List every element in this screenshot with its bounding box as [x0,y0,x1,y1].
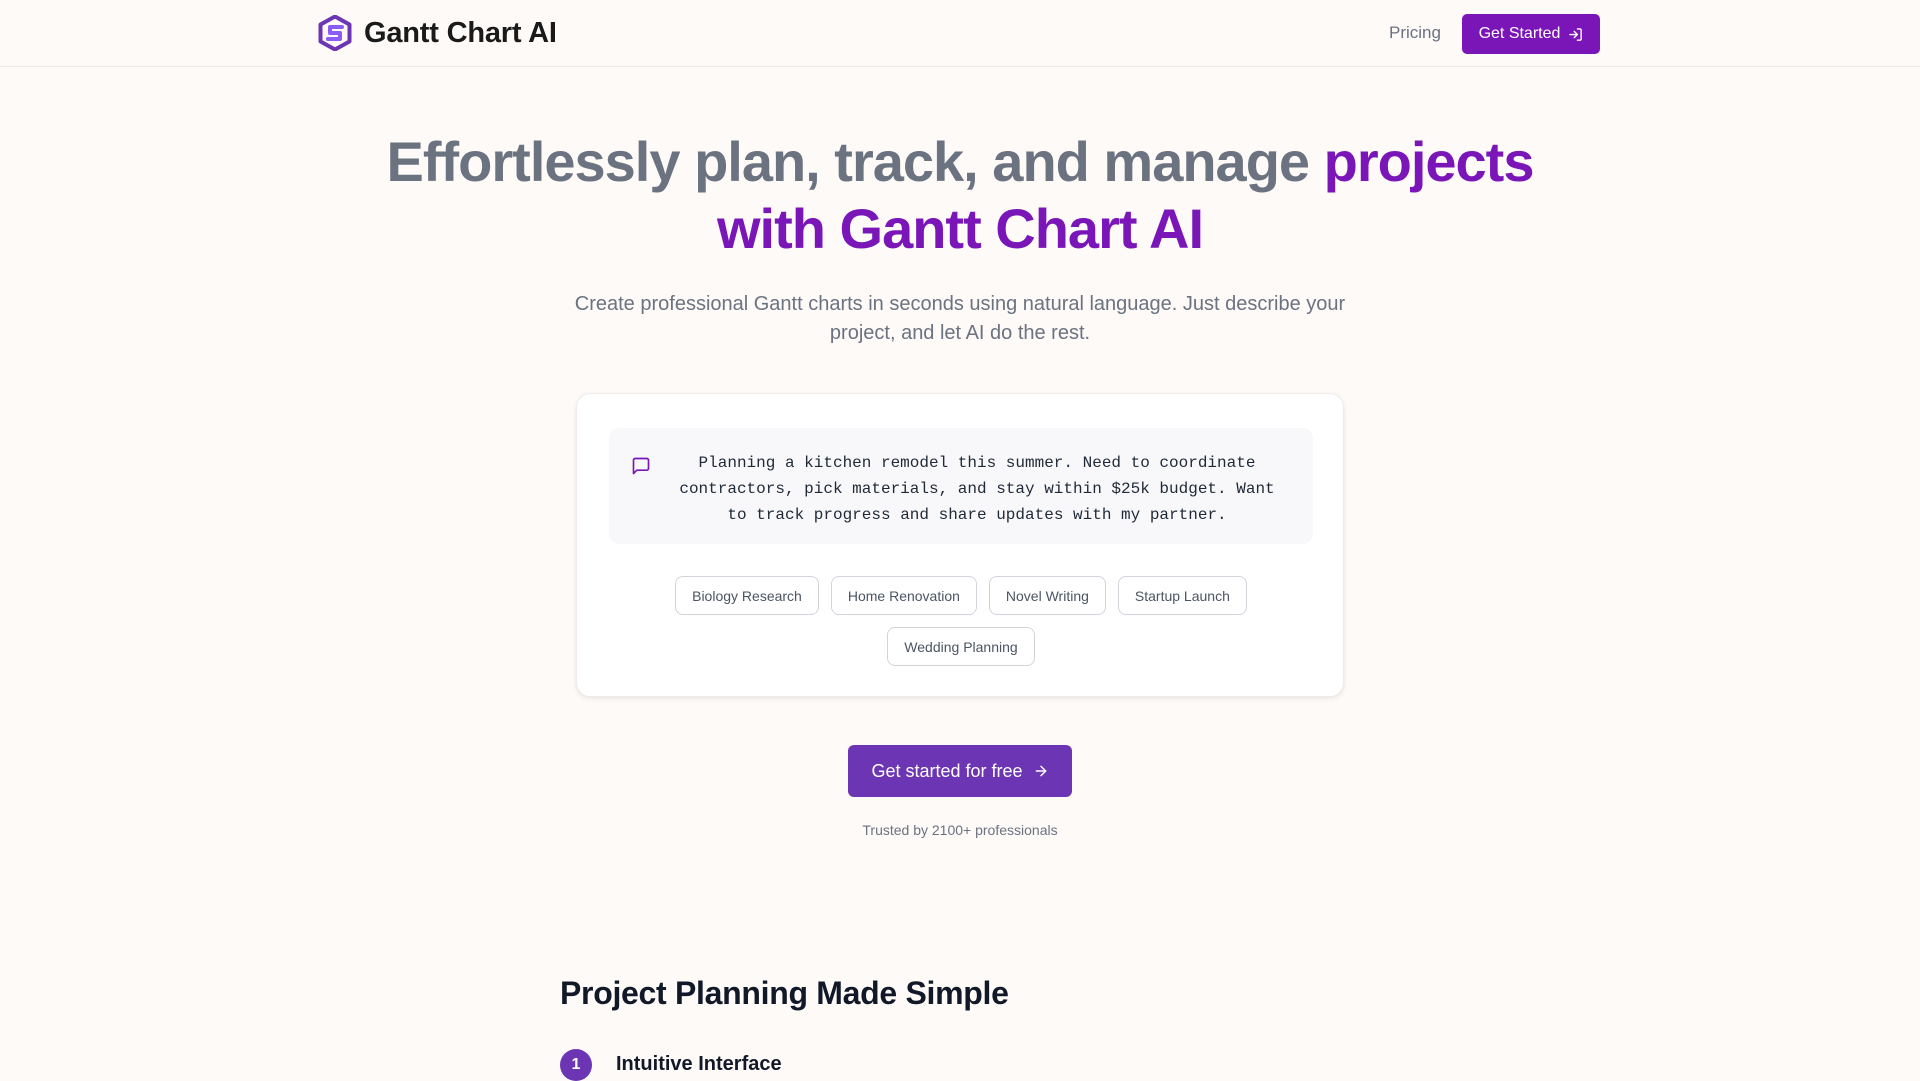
site-header: Gantt Chart AI Pricing Get Started [0,0,1920,67]
chip-home-renovation[interactable]: Home Renovation [830,576,977,615]
nav-pricing-link[interactable]: Pricing [1389,23,1441,43]
hero-title-plain: Effortlessly plan, track, and manage [386,130,1324,193]
example-chips: Biology Research Home Renovation Novel W… [609,576,1313,666]
trusted-text: Trusted by 2100+ professionals [862,822,1058,838]
get-started-free-label: Get started for free [871,760,1023,781]
chip-startup-launch[interactable]: Startup Launch [1117,576,1247,615]
arrow-right-icon [1035,765,1046,777]
hero-title: Effortlessly plan, track, and manage pro… [360,128,1560,262]
get-started-button[interactable]: Get Started [1462,14,1600,54]
features-title: Project Planning Made Simple [560,975,1009,1011]
chip-novel-writing[interactable]: Novel Writing [988,576,1106,615]
log-in-icon [1569,27,1583,41]
chip-biology-research[interactable]: Biology Research [675,576,819,615]
hexagon-s-logo-icon [318,15,352,51]
feature-number-badge: 1 [560,1049,592,1081]
hero-subtitle: Create professional Gantt charts in seco… [574,293,1346,344]
prompt-text: Planning a kitchen remodel this summer. … [679,454,1275,524]
prompt-box[interactable]: Planning a kitchen remodel this summer. … [609,428,1313,544]
feature-title: Intuitive Interface [616,1053,782,1075]
chip-wedding-planning[interactable]: Wedding Planning [887,627,1035,666]
brand-name: Gantt Chart AI [364,16,557,49]
get-started-label: Get Started [1478,25,1561,42]
prompt-card: Planning a kitchen remodel this summer. … [576,393,1344,697]
message-square-icon [632,457,650,475]
brand[interactable]: Gantt Chart AI [318,15,557,51]
get-started-free-button[interactable]: Get started for free [848,745,1072,797]
